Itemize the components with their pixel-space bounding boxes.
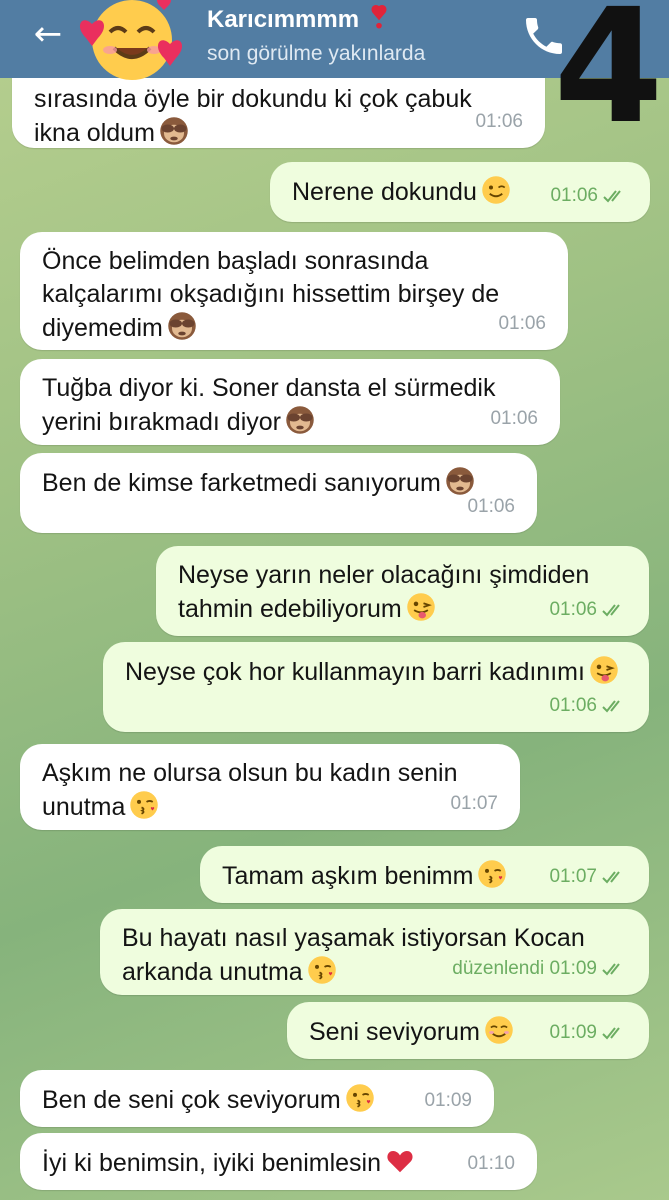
message-meta: 01:07 <box>549 860 627 893</box>
message-meta: 01:10 <box>467 1147 515 1180</box>
message-text: Seni seviyorum <box>309 1018 480 1046</box>
message-text: Ben de kimse farketmedi sanıyorum <box>42 469 441 497</box>
message-text: Tuğba diyor ki. Soner dansta el sürmedik… <box>42 374 496 436</box>
see-no-evil-monkey-icon <box>160 117 188 145</box>
heart-exclamation-icon <box>371 5 387 29</box>
outgoing-message[interactable]: Neyse yarın neler olacağını şimdiden tah… <box>156 546 649 636</box>
winking-face-icon <box>482 176 510 204</box>
message-text: Neyse yarın neler olacağını şimdiden tah… <box>178 561 590 623</box>
message-meta: 01:09 <box>424 1084 472 1117</box>
message-text: Neyse çok hor kullanmayın barri kadınımı <box>125 658 585 686</box>
double-check-icon <box>602 963 620 976</box>
message-text: İyi ki benimsin, iyiki benimlesin <box>42 1149 382 1177</box>
outgoing-message[interactable]: Tamam aşkım benimm 01:07 <box>200 846 649 903</box>
incoming-message[interactable]: Aşkım ne olursa olsun bu kadın senin unu… <box>20 744 520 830</box>
avatar[interactable] <box>64 0 200 88</box>
message-text: Aşkım ne olursa olsun bu kadın senin unu… <box>42 759 458 821</box>
episode-number-badge: 4 <box>553 0 664 159</box>
incoming-message[interactable]: Ben de seni çok seviyorum 01:09 <box>20 1070 494 1127</box>
message-meta: 01:06 <box>490 402 538 435</box>
double-check-icon <box>602 604 620 617</box>
winking-tongue-face-icon <box>406 593 435 621</box>
double-check-icon <box>602 871 620 884</box>
message-time: 01:06 <box>475 111 523 132</box>
last-seen-status: son görülme yakınlarda <box>207 42 426 65</box>
outgoing-message[interactable]: Neyse çok hor kullanmayın barri kadınımı… <box>103 642 649 732</box>
message-time: 01:06 <box>498 313 546 334</box>
see-no-evil-monkey-icon <box>286 406 314 434</box>
message-time: 01:09 <box>424 1090 472 1111</box>
winking-tongue-face-icon <box>590 656 618 684</box>
incoming-message[interactable]: Ben de kimse farketmedi sanıyorum 01:06 <box>20 453 537 533</box>
message-meta: 01:07 <box>450 787 498 820</box>
see-no-evil-monkey-icon <box>168 312 196 340</box>
message-meta: düzenlendi 01:09 <box>452 952 627 985</box>
message-meta: 01:06 <box>498 307 546 340</box>
message-time: 01:07 <box>549 866 597 887</box>
incoming-message[interactable]: Tuğba diyor ki. Soner dansta el sürmedik… <box>20 359 560 445</box>
chat-title[interactable]: Karıcımmmm <box>207 4 392 34</box>
double-check-icon <box>603 190 621 203</box>
message-text: Önce belimden başladı sonrasında kalçala… <box>42 247 500 342</box>
message-meta: 01:06 <box>549 593 627 626</box>
kissing-face-icon <box>346 1084 374 1112</box>
kissing-face-icon <box>307 956 336 984</box>
message-time: 01:07 <box>450 793 498 814</box>
message-meta: 01:06 <box>467 490 515 523</box>
kissing-face-icon <box>478 860 507 888</box>
message-text: Nerene dokundu <box>292 178 477 206</box>
outgoing-message[interactable]: Nerene dokundu 01:06 <box>270 162 650 222</box>
double-check-icon <box>602 700 620 713</box>
message-time: 01:06 <box>549 599 597 620</box>
message-text: Ben de seni çok seviyorum <box>42 1086 341 1114</box>
outgoing-message[interactable]: Seni seviyorum 01:09 <box>287 1002 649 1059</box>
message-time: 01:09 <box>549 1022 597 1043</box>
message-time: 01:06 <box>467 496 515 517</box>
message-time: düzenlendi 01:09 <box>452 958 597 979</box>
message-text: sırasında öyle bir dokundu ki çok çabuk … <box>34 85 472 147</box>
kissing-face-icon <box>130 791 159 819</box>
smiling-face-icon <box>485 1016 513 1044</box>
message-meta: 01:09 <box>549 1016 627 1049</box>
message-time: 01:06 <box>549 695 597 716</box>
message-meta: 01:06 <box>550 179 628 212</box>
message-time: 01:06 <box>490 408 538 429</box>
incoming-message[interactable]: İyi ki benimsin, iyiki benimlesin 01:10 <box>20 1133 537 1190</box>
message-meta: 01:06 <box>475 105 523 138</box>
outgoing-message[interactable]: Bu hayatı nasıl yaşamak istiyorsan Kocan… <box>100 909 649 995</box>
message-time: 01:06 <box>550 185 598 206</box>
message-text: Tamam aşkım benimm <box>222 862 474 890</box>
message-meta: 01:06 <box>549 689 627 722</box>
double-check-icon <box>602 1027 620 1040</box>
incoming-message[interactable]: Önce belimden başladı sonrasında kalçala… <box>20 232 568 350</box>
red-heart-icon <box>387 1151 413 1173</box>
message-time: 01:10 <box>467 1153 515 1174</box>
